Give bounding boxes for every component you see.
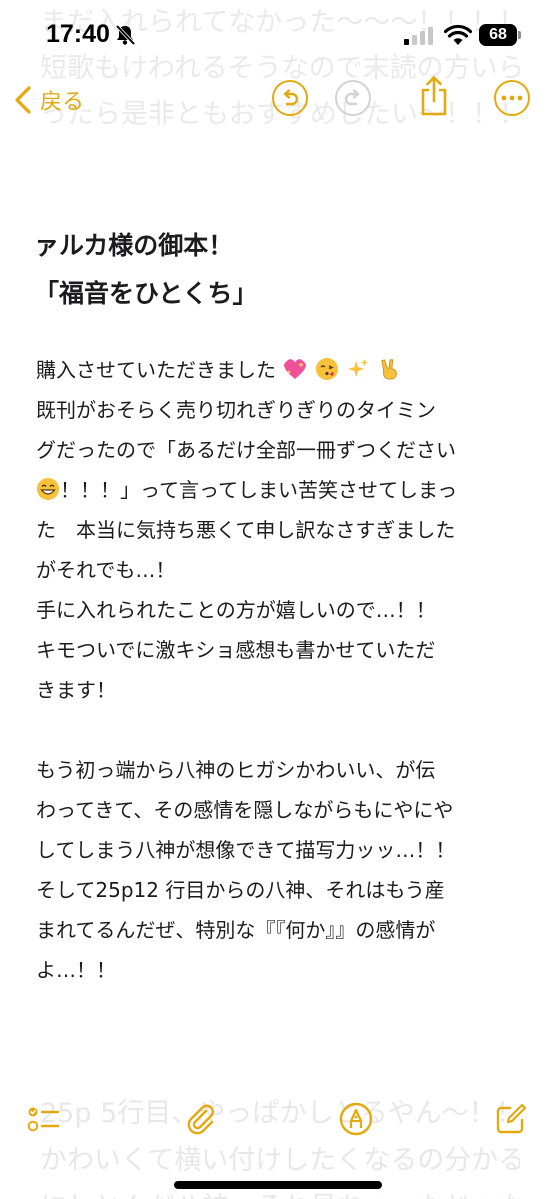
body-line: キモついでに激キショ感想も書かせていただ [36,638,436,662]
notes-screen: まだ入れられてなかった〜〜〜！！！！ 短歌もけわれるそうなので末読の方いらっしゃ… [0,0,554,1199]
battery-tip [518,31,521,39]
paperclip-icon[interactable] [184,1102,218,1136]
chevron-left-icon [15,86,31,114]
status-bar: 17:40 68 [0,0,554,70]
status-time: 17:40 [46,20,110,48]
body-text: ！！！」って言ってしまい苦笑させてしまっ [60,478,458,502]
body-line: そして25p12 行目からの八神、それはもう産 [36,878,445,902]
battery-indicator: 68 [479,24,517,46]
body-line: 既刊がおそらく売り切れぎりぎりのタイミン [36,398,436,422]
body-line: わってきて、その感情を隠しながらもにやにや [36,798,454,822]
title-line: ァルカ様の御本！ [34,231,234,260]
redo-icon [344,89,360,106]
redo-button[interactable] [335,80,371,116]
body-line: ！！！」って言ってしまい苦笑させてしまっ [36,470,526,510]
body-line: もう初っ端から八神のヒガシかわいい、が伝 [36,758,436,782]
body-line: 購入させていただきました [36,350,526,390]
body-line: がそれでも…！ [36,558,176,582]
body-line: まれてるんだぜ、特別な『『何か』』の感情が [36,918,436,942]
compose-icon[interactable] [494,1102,528,1136]
undo-icon [283,89,299,106]
checklist-icon[interactable] [26,1102,60,1136]
wifi-icon [444,24,472,45]
body-line: た 本当に気持ち悪くて申し訳なさすぎました [36,518,456,542]
note-title[interactable]: ァルカ様の御本！ 「福音をひとくち」 [34,222,524,318]
undo-button[interactable] [272,80,308,116]
body-line: グだったので「あるだけ全部一冊ずつください [36,438,456,462]
title-line: 「福音をひとくち」 [34,279,258,308]
body-line: してしまう八神が想像できて描写力ッッ…！！ [36,838,456,862]
ellipsis-icon [501,95,523,101]
grinning-face-icon [37,478,59,500]
body-line: よ…！！ [36,958,116,982]
body-text: 購入させていただきました [36,358,276,382]
bell-slash-icon [115,24,136,46]
sparkling-heart-icon [284,359,307,379]
body-line: 手に入れられたことの方が嬉しいので…！！ [36,598,436,622]
share-icon[interactable] [418,74,450,118]
home-indicator[interactable] [174,1181,382,1189]
sparkles-icon [347,358,369,378]
back-label: 戻る [40,90,85,115]
note-body[interactable]: 購入させていただきました 既刊がおそらく売り切れぎりぎりのタイミン グだったので… [36,350,526,990]
back-button[interactable]: 戻る [12,80,84,120]
more-options-button[interactable] [494,80,530,116]
victory-hand-icon [381,359,398,380]
body-line: きます！ [36,678,116,702]
navigation-bar: 戻る [0,70,554,130]
bottom-toolbar [0,1092,554,1148]
face-blowing-kiss-icon [315,358,338,380]
markup-pen-icon[interactable] [339,1102,373,1136]
cellular-signal-icon [404,27,433,45]
battery-level: 68 [489,26,507,43]
